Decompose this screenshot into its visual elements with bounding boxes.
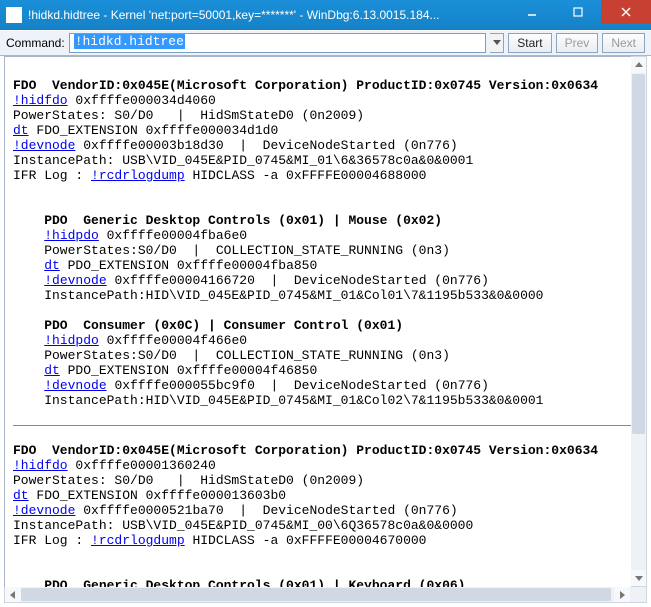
vertical-scrollbar[interactable] xyxy=(631,56,647,587)
resize-grip[interactable] xyxy=(630,587,646,602)
command-dropdown-icon[interactable] xyxy=(490,33,504,53)
start-button[interactable]: Start xyxy=(508,33,551,53)
instance-path: InstancePath:HID\VID_045E&PID_0745&MI_01… xyxy=(13,288,544,303)
scroll-up-icon[interactable] xyxy=(631,57,646,73)
instance-path: InstancePath: USB\VID_045E&PID_0745&MI_0… xyxy=(13,153,473,168)
devnode-link[interactable]: !devnode xyxy=(13,503,75,518)
fdo-header: FDO VendorID:0x045E(Microsoft Corporatio… xyxy=(13,443,598,458)
dt-link[interactable]: dt xyxy=(44,258,60,273)
devnode-link[interactable]: !devnode xyxy=(44,273,106,288)
command-label: Command: xyxy=(6,36,65,50)
command-toolbar: Command: !hidkd.hidtree Start Prev Next xyxy=(0,30,651,56)
horizontal-scrollbar[interactable] xyxy=(4,587,647,603)
titlebar: !hidkd.hidtree - Kernel 'net:port=50001,… xyxy=(0,0,651,30)
pdo-header: PDO Consumer (0x0C) | Consumer Control (… xyxy=(13,318,403,333)
instance-path: InstancePath:HID\VID_045E&PID_0745&MI_01… xyxy=(13,393,544,408)
hidpdo-link[interactable]: !hidpdo xyxy=(44,228,99,243)
minimize-button[interactable] xyxy=(509,0,555,24)
dt-link[interactable]: dt xyxy=(13,123,29,138)
scroll-thumb[interactable] xyxy=(632,74,645,434)
window-title: !hidkd.hidtree - Kernel 'net:port=50001,… xyxy=(28,8,509,22)
rcdrlogdump-link[interactable]: !rcdrlogdump xyxy=(91,533,185,548)
power-states: PowerStates: S0/D0 | HidSmStateD0 (0n200… xyxy=(13,108,364,123)
devnode-link[interactable]: !devnode xyxy=(44,378,106,393)
window-buttons xyxy=(509,0,651,30)
pdo-header: PDO Generic Desktop Controls (0x01) | Mo… xyxy=(13,213,442,228)
power-states: PowerStates: S0/D0 | HidSmStateD0 (0n200… xyxy=(13,473,364,488)
hidfdo-link[interactable]: !hidfdo xyxy=(13,93,68,108)
command-input[interactable]: !hidkd.hidtree xyxy=(69,33,487,53)
power-states: PowerStates:S0/D0 | COLLECTION_STATE_RUN… xyxy=(13,243,450,258)
instance-path: InstancePath: USB\VID_045E&PID_0745&MI_0… xyxy=(13,518,473,533)
devnode-link[interactable]: !devnode xyxy=(13,138,75,153)
scroll-left-icon[interactable] xyxy=(5,587,21,602)
dt-link[interactable]: dt xyxy=(13,488,29,503)
separator xyxy=(13,425,638,426)
output-pane[interactable]: FDO VendorID:0x045E(Microsoft Corporatio… xyxy=(4,56,647,603)
next-button[interactable]: Next xyxy=(602,33,645,53)
prev-button[interactable]: Prev xyxy=(556,33,599,53)
scroll-thumb[interactable] xyxy=(21,588,611,601)
windbg-icon xyxy=(6,7,22,23)
fdo-header: FDO VendorID:0x045E(Microsoft Corporatio… xyxy=(13,78,598,93)
scroll-down-icon[interactable] xyxy=(631,570,646,586)
maximize-button[interactable] xyxy=(555,0,601,24)
rcdrlogdump-link[interactable]: !rcdrlogdump xyxy=(91,168,185,183)
power-states: PowerStates:S0/D0 | COLLECTION_STATE_RUN… xyxy=(13,348,450,363)
dt-link[interactable]: dt xyxy=(44,363,60,378)
hidfdo-link[interactable]: !hidfdo xyxy=(13,458,68,473)
hidpdo-link[interactable]: !hidpdo xyxy=(44,333,99,348)
scroll-right-icon[interactable] xyxy=(614,587,630,602)
close-button[interactable] xyxy=(601,0,651,24)
